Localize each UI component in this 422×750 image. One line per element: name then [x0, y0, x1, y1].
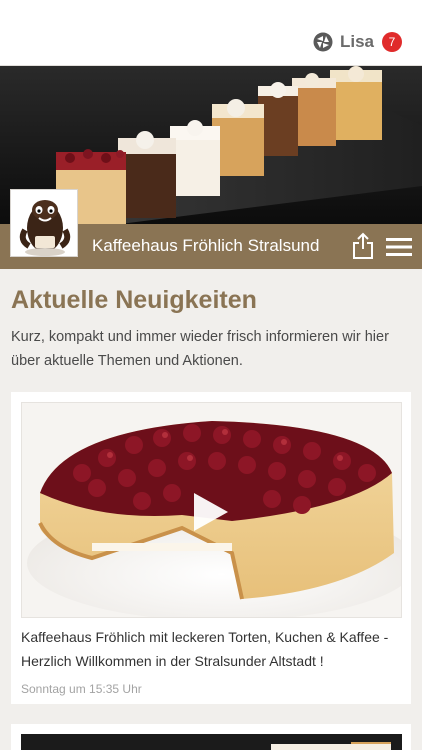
shop-logo [10, 189, 78, 257]
post-image[interactable] [21, 734, 402, 750]
top-bar: Lisa 7 [0, 0, 422, 66]
news-card[interactable]: Kaffeehaus Fröhlich mit leckeren Torten,… [11, 392, 411, 704]
section-title: Aktuelle Neuigkeiten [11, 286, 257, 314]
post-text: Kaffeehaus Fröhlich mit leckeren Torten,… [21, 629, 389, 669]
share-icon[interactable] [352, 232, 374, 260]
hamburger-menu-icon[interactable] [386, 236, 412, 258]
notification-badge[interactable]: 7 [382, 32, 402, 52]
video-thumbnail[interactable] [21, 402, 402, 618]
intro-text: Kurz, kompakt und immer wieder frisch in… [11, 329, 389, 369]
page-title: Kaffeehaus Fröhlich Stralsund [92, 236, 320, 255]
app-logo-icon [313, 32, 333, 52]
user-menu[interactable]: Lisa 7 [313, 32, 402, 52]
post-timestamp: Sonntag um 15:35 Uhr [21, 682, 142, 696]
user-name[interactable]: Lisa [340, 32, 374, 52]
news-card[interactable] [11, 724, 411, 750]
